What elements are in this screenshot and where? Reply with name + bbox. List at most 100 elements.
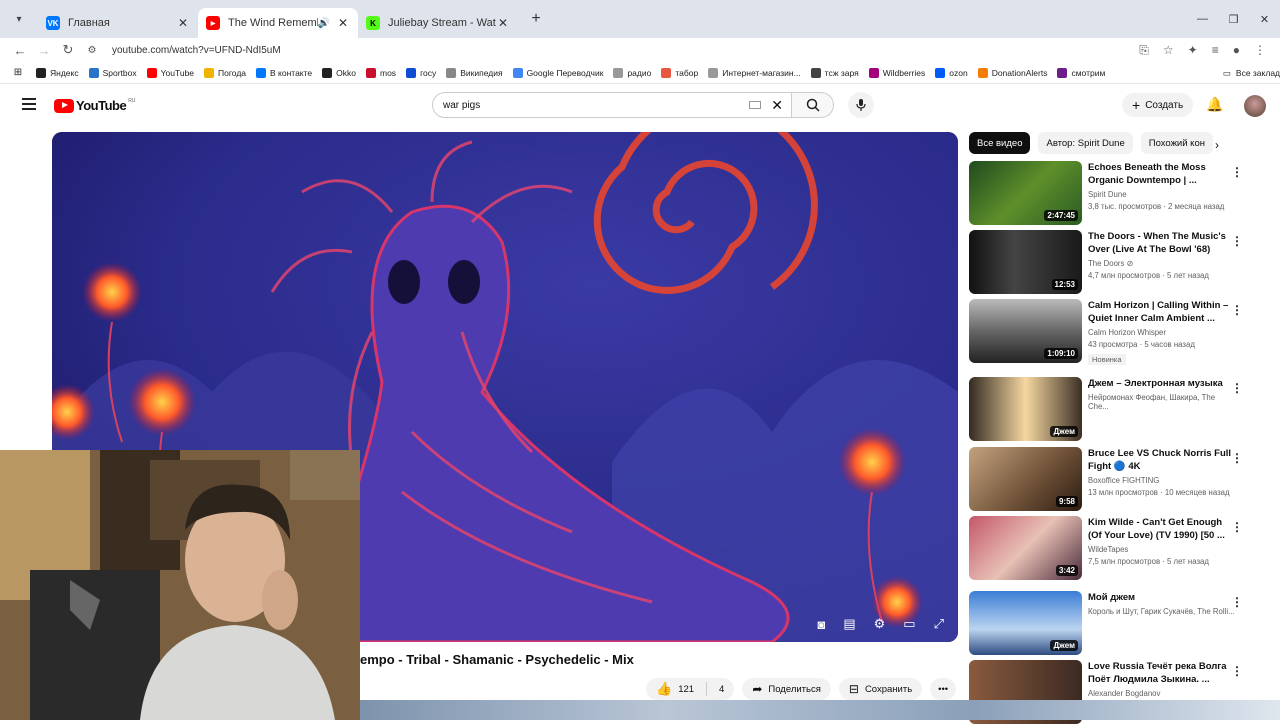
- back-arrow-icon[interactable]: ←: [8, 43, 32, 58]
- settings-gear-icon[interactable]: ⚙: [874, 616, 886, 632]
- bookmark-item[interactable]: тсж заря: [810, 67, 859, 78]
- apps-grid-icon[interactable]: ⊞: [0, 67, 36, 78]
- save-button[interactable]: ⊟ Сохранить: [838, 678, 923, 700]
- recommendation-title[interactable]: The Doors - When The Music's Over (Live …: [1088, 230, 1236, 256]
- bookmark-item[interactable]: mos: [366, 67, 396, 78]
- notifications-bell-icon[interactable]: 🔔: [1206, 96, 1223, 113]
- clear-search-icon[interactable]: ✕: [771, 97, 783, 114]
- more-vertical-icon[interactable]: ⋮: [1231, 303, 1243, 317]
- recommendation-item[interactable]: 12:53 The Doors - When The Music's Over (…: [969, 230, 1259, 294]
- more-vertical-icon[interactable]: ⋮: [1231, 165, 1243, 179]
- channel-name[interactable]: The Doors ⊘: [1088, 259, 1236, 268]
- browser-tab-active[interactable]: ▶ The Wind Remembers Folk 🔊 ✕: [198, 8, 358, 38]
- profile-icon[interactable]: ●: [1233, 43, 1240, 58]
- recommendation-title[interactable]: Kim Wilde - Can't Get Enough (Of Your Lo…: [1088, 516, 1236, 542]
- share-button[interactable]: ➦ Поделиться: [742, 678, 831, 700]
- restore-icon[interactable]: ❐: [1218, 0, 1249, 38]
- bookmark-item[interactable]: Google Переводчик: [512, 67, 603, 78]
- bookmark-item[interactable]: Википедия: [446, 67, 503, 78]
- close-tab-icon[interactable]: ✕: [176, 16, 190, 30]
- more-actions-button[interactable]: •••: [930, 678, 957, 700]
- keyboard-icon[interactable]: [749, 101, 762, 109]
- recommendation-title[interactable]: Calm Horizon | Calling Within – Quiet In…: [1088, 299, 1236, 325]
- bookmark-item[interactable]: табор: [661, 67, 698, 78]
- more-vertical-icon[interactable]: ⋮: [1231, 520, 1243, 534]
- bookmark-item[interactable]: В контакте: [256, 67, 312, 78]
- speaker-icon[interactable]: 🔊: [318, 18, 330, 29]
- filter-chip[interactable]: Все видео: [969, 132, 1031, 154]
- site-info-icon[interactable]: ⚙: [80, 45, 104, 56]
- filter-chip[interactable]: Автор: Spirit Dune: [1038, 132, 1133, 154]
- bookmark-item[interactable]: DonationAlerts: [977, 67, 1047, 78]
- recommendation-item[interactable]: Джем Джем – Электронная музыка Нейромонах …: [969, 377, 1259, 441]
- recommendation-title[interactable]: Love Russia Течёт река Волга Поёт Людмил…: [1088, 660, 1236, 686]
- close-tab-icon[interactable]: ✕: [496, 16, 510, 30]
- subtitles-icon[interactable]: ▤: [843, 616, 855, 632]
- more-vertical-icon[interactable]: ⋮: [1231, 664, 1243, 678]
- channel-name[interactable]: Calm Horizon Whisper: [1088, 328, 1236, 337]
- browser-tab[interactable]: K Juliebay Stream - Watch Live o ✕: [358, 8, 518, 38]
- video-thumbnail[interactable]: 1:09:10: [969, 299, 1082, 363]
- extensions-puzzle-icon[interactable]: ✦: [1188, 43, 1198, 58]
- like-button[interactable]: 👍 121 4: [646, 678, 735, 700]
- hamburger-menu-icon[interactable]: [22, 98, 36, 110]
- voice-search-mic-icon[interactable]: [848, 92, 874, 118]
- fullscreen-icon[interactable]: ⤢: [934, 616, 944, 632]
- bookmark-item[interactable]: Интернет-магазин...: [708, 67, 801, 78]
- bookmark-item[interactable]: радио: [613, 67, 651, 78]
- video-thumbnail[interactable]: Джем: [969, 591, 1082, 655]
- more-vertical-icon[interactable]: ⋮: [1231, 451, 1243, 465]
- dislike-count[interactable]: 4: [719, 684, 724, 695]
- browser-tab[interactable]: VK Главная ✕: [38, 8, 198, 38]
- bookmark-item[interactable]: Sportbox: [88, 67, 137, 78]
- recommendation-item[interactable]: 9:58 Bruce Lee VS Chuck Norris Full Fight…: [969, 447, 1259, 511]
- recommendation-title[interactable]: Bruce Lee VS Chuck Norris Full Fight 🔵 4…: [1088, 447, 1236, 473]
- filter-chip[interactable]: Похожий кон: [1140, 132, 1213, 154]
- bookmark-item[interactable]: Яндекс: [36, 67, 79, 78]
- create-button[interactable]: + Создать: [1122, 93, 1194, 117]
- video-thumbnail[interactable]: 3:42: [969, 516, 1082, 580]
- tab-search-icon[interactable]: ≡: [1212, 43, 1219, 58]
- avatar[interactable]: [1244, 95, 1266, 117]
- channel-name[interactable]: Король и Шут, Гарик Сукачёв, The Rolli..…: [1088, 607, 1236, 616]
- recommendation-title[interactable]: Echoes Beneath the Moss Organic Downtemp…: [1088, 161, 1236, 187]
- minimize-icon[interactable]: —: [1187, 0, 1218, 38]
- close-tab-icon[interactable]: ✕: [336, 16, 350, 30]
- miniplayer-icon[interactable]: ◙: [817, 617, 825, 632]
- all-bookmarks[interactable]: ▭ Все заклад: [1218, 62, 1280, 83]
- install-app-icon[interactable]: ⎘: [1139, 43, 1149, 58]
- bookmark-item[interactable]: смотрим: [1057, 67, 1105, 78]
- tab-list-chevron-icon[interactable]: ▾: [0, 0, 38, 38]
- forward-arrow-icon[interactable]: →: [32, 43, 56, 58]
- bookmark-item[interactable]: Okko: [322, 67, 356, 78]
- recommendation-item[interactable]: 2:47:45 Echoes Beneath the Moss Organic D…: [969, 161, 1259, 225]
- more-vertical-icon[interactable]: ⋮: [1231, 381, 1243, 395]
- video-thumbnail[interactable]: 9:58: [969, 447, 1082, 511]
- channel-name[interactable]: Нейромонах Феофан, Шакира, The Che...: [1088, 393, 1236, 411]
- more-vertical-icon[interactable]: ⋮: [1231, 234, 1243, 248]
- close-window-icon[interactable]: ✕: [1249, 0, 1280, 38]
- bookmark-item[interactable]: Погода: [204, 67, 246, 78]
- theater-mode-icon[interactable]: ▭: [903, 616, 915, 632]
- recommendation-title[interactable]: Джем – Электронная музыка: [1088, 377, 1236, 390]
- recommendation-item[interactable]: Джем Мой джем Король и Шут, Гарик Сукачёв,…: [969, 591, 1259, 655]
- bookmark-item[interactable]: Wildberries: [868, 67, 925, 78]
- video-thumbnail[interactable]: Джем: [969, 377, 1082, 441]
- recommendation-item[interactable]: 3:42 Kim Wilde - Can't Get Enough (Of You…: [969, 516, 1259, 580]
- channel-name[interactable]: Alexander Bogdanov: [1088, 689, 1236, 698]
- browser-menu-icon[interactable]: ⋮: [1254, 43, 1266, 58]
- more-vertical-icon[interactable]: ⋮: [1231, 595, 1243, 609]
- video-thumbnail[interactable]: 2:47:45: [969, 161, 1082, 225]
- youtube-logo[interactable]: YouTube RU: [54, 98, 135, 113]
- bookmark-star-icon[interactable]: ☆: [1163, 43, 1174, 58]
- search-input[interactable]: war pigs ✕: [432, 92, 792, 118]
- recommendation-title[interactable]: Мой джем: [1088, 591, 1236, 604]
- bookmark-item[interactable]: госу: [406, 67, 436, 78]
- channel-name[interactable]: Spirit Dune: [1088, 190, 1236, 199]
- new-tab-plus-icon[interactable]: +: [522, 10, 550, 28]
- search-button[interactable]: [792, 92, 834, 118]
- bookmark-item[interactable]: YouTube: [146, 67, 194, 78]
- video-thumbnail[interactable]: 12:53: [969, 230, 1082, 294]
- chevron-right-icon[interactable]: ›: [1215, 138, 1219, 152]
- reload-icon[interactable]: ↻: [56, 42, 80, 58]
